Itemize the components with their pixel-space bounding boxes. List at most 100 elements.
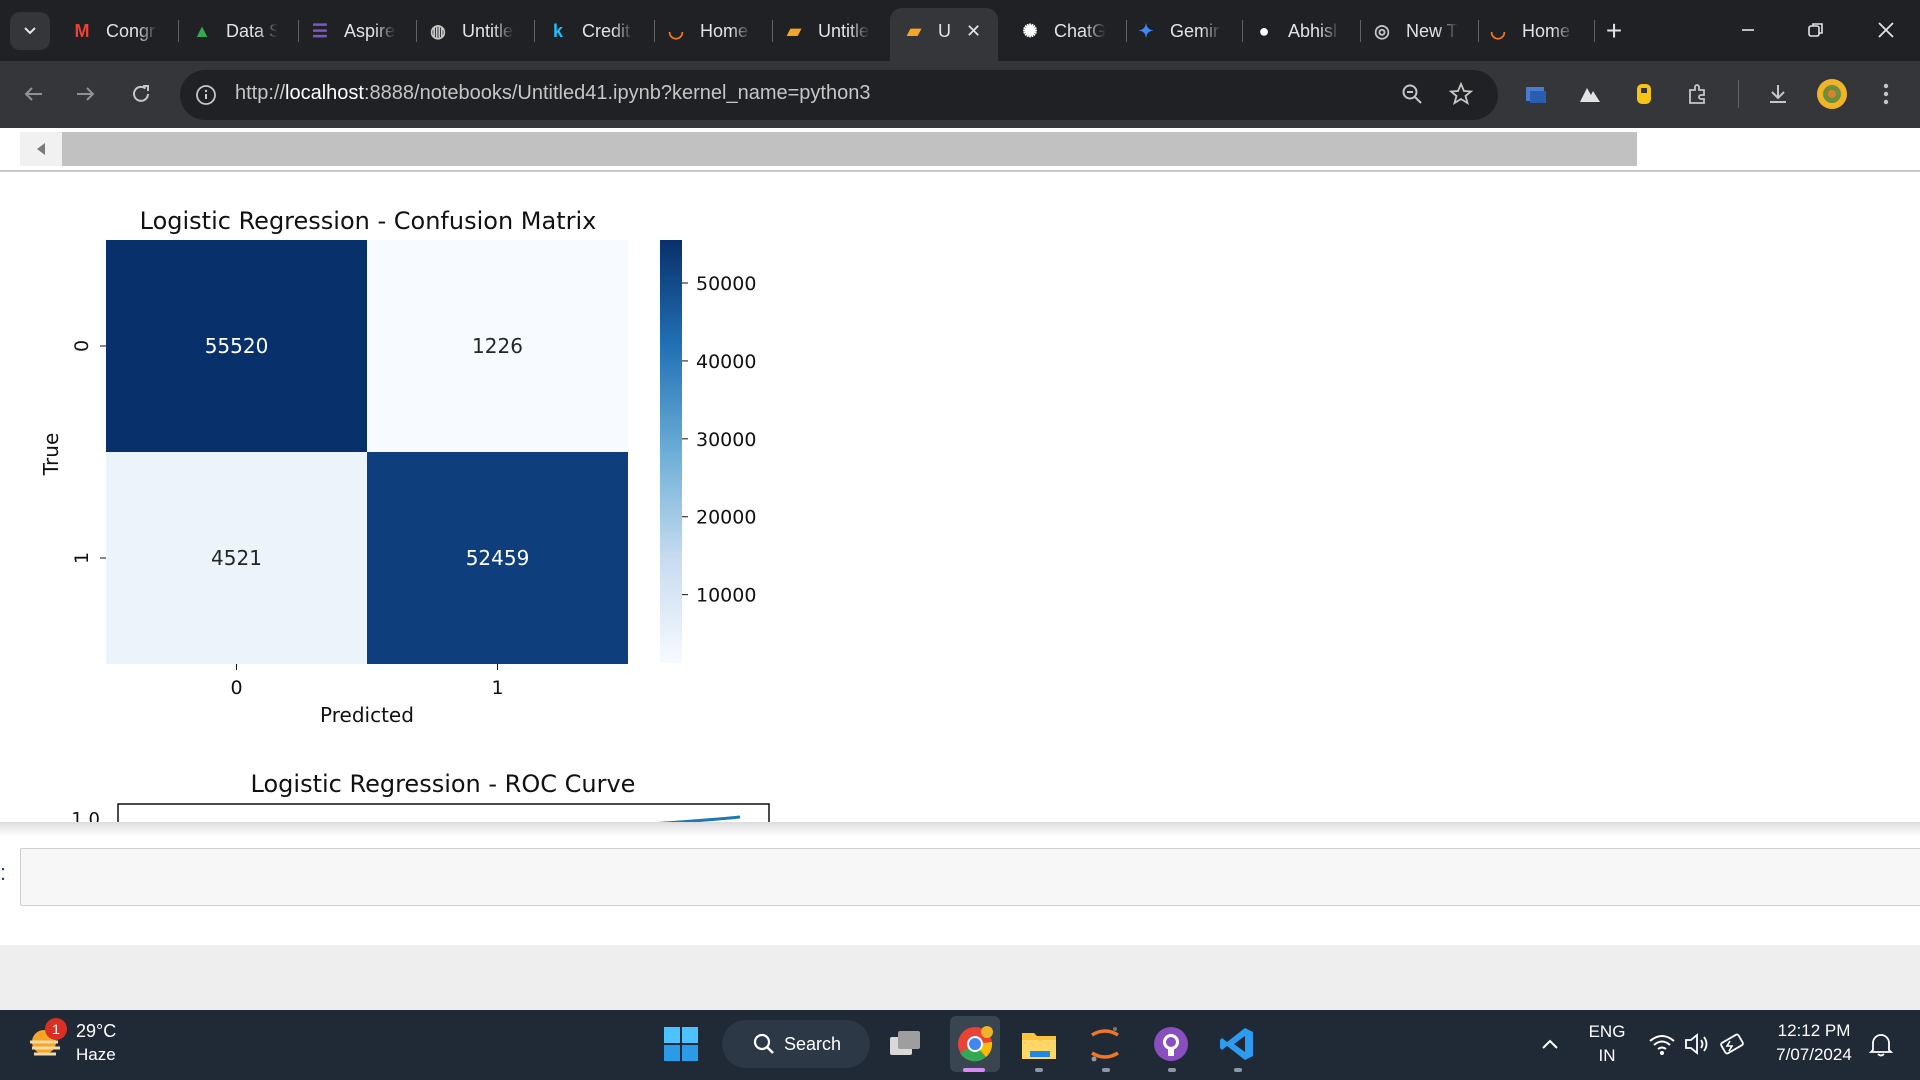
reload-button[interactable]	[123, 76, 159, 112]
tab-title: Congr	[106, 20, 156, 41]
close-window-button[interactable]	[1866, 12, 1906, 48]
cm-colorbar	[660, 240, 682, 663]
volume-icon[interactable]	[1684, 1032, 1710, 1061]
tab-separator	[1126, 20, 1127, 42]
tab-title: Abhisl	[1288, 20, 1338, 41]
start-button[interactable]	[659, 1022, 703, 1066]
bookmark-star-icon[interactable]	[1443, 76, 1479, 112]
google-drive-icon: ▲	[193, 20, 211, 41]
task-view-icon[interactable]	[884, 1022, 928, 1066]
vscode-taskbar-icon[interactable]	[1215, 1022, 1259, 1066]
profile-avatar[interactable]	[1814, 76, 1850, 112]
url-prefix: http://	[235, 82, 286, 104]
tab-separator	[654, 20, 655, 42]
new-tab-button[interactable]: +	[1598, 15, 1630, 47]
jupyter-icon: ◡	[668, 20, 684, 41]
chevron-down-icon	[24, 27, 36, 35]
cm-cell-value: 52459	[466, 546, 530, 570]
extension-screen-icon[interactable]	[1518, 76, 1554, 112]
browser-tab[interactable]: k Credit	[546, 8, 650, 54]
tab-title: Credit	[582, 20, 631, 41]
arrow-left-icon	[24, 87, 42, 101]
tab-title: U	[938, 20, 951, 41]
windows-logo-icon	[664, 1027, 698, 1061]
restore-button[interactable]	[1796, 12, 1836, 48]
input-prompt: :	[0, 860, 7, 885]
back-button[interactable]	[15, 76, 51, 112]
language-indicator-top[interactable]: ENG	[1582, 1022, 1632, 1042]
wifi-icon[interactable]	[1648, 1032, 1676, 1061]
jupyter-taskbar-icon[interactable]	[1083, 1022, 1127, 1066]
github-icon: ●	[1258, 20, 1270, 41]
browser-tab[interactable]: ✺ ChatG	[1018, 8, 1122, 54]
chrome-taskbar-icon[interactable]	[953, 1022, 997, 1066]
notification-center-icon[interactable]	[1868, 1032, 1894, 1063]
github-running-indicator	[1168, 1068, 1176, 1072]
roc-chart-title: Logistic Regression - ROC Curve	[251, 770, 636, 798]
gmail-icon: M	[74, 20, 90, 41]
browser-tab[interactable]: ◡ Home	[1486, 8, 1590, 54]
scroll-left-button[interactable]	[20, 132, 62, 166]
url-host: localhost	[285, 82, 364, 104]
browser-tab[interactable]: ◍ Untitle	[426, 8, 530, 54]
jupyter-running-indicator	[1102, 1068, 1110, 1072]
language-indicator-bottom[interactable]: IN	[1582, 1046, 1632, 1066]
show-hidden-icons-button[interactable]	[1528, 1022, 1572, 1066]
tab-search-button[interactable]	[10, 12, 50, 50]
minimize-button[interactable]	[1728, 12, 1768, 48]
browser-tab[interactable]: ✦ Gemir	[1134, 8, 1238, 54]
horizontal-scrollbar-thumb[interactable]	[62, 132, 1637, 166]
extension-yellow-icon[interactable]	[1626, 76, 1662, 112]
tab-separator	[1594, 20, 1595, 42]
browser-tab[interactable]: ▲ Data S	[190, 8, 294, 54]
code-cell-input[interactable]	[20, 848, 1920, 906]
cm-x-axis-label: Predicted	[320, 703, 414, 727]
browser-tab[interactable]: ◎ New T	[1370, 8, 1474, 54]
browser-tab[interactable]: ▰ U ✕	[902, 8, 992, 54]
extensions-puzzle-icon[interactable]	[1680, 76, 1716, 112]
gemini-icon: ✦	[1138, 20, 1154, 41]
tab-title: ChatG	[1054, 20, 1106, 41]
extension-mountain-icon[interactable]	[1572, 76, 1608, 112]
plus-icon: +	[1605, 15, 1623, 46]
taskbar-search-box[interactable]: Search	[722, 1020, 870, 1068]
downloads-icon[interactable]	[1760, 76, 1796, 112]
search-label: Search	[784, 1033, 842, 1054]
browser-tab[interactable]: ● Abhisl	[1252, 8, 1356, 54]
tab-separator	[298, 20, 299, 42]
cm-colorbar-tick-label: 30000	[696, 429, 756, 451]
tab-separator	[1360, 20, 1361, 42]
close-tab-icon[interactable]: ✕	[966, 21, 981, 42]
url-text[interactable]: http://localhost:8888/notebooks/Untitled…	[235, 82, 870, 105]
site-info-icon[interactable]	[195, 84, 217, 111]
weather-description[interactable]: Haze	[76, 1045, 116, 1065]
browser-tab[interactable]: M Congr	[70, 8, 174, 54]
tab-separator	[178, 20, 179, 42]
forward-button[interactable]	[68, 76, 104, 112]
clock-date[interactable]: 7/07/2024	[1760, 1045, 1868, 1065]
search-icon	[753, 1033, 774, 1054]
more-menu-icon[interactable]	[1868, 76, 1904, 112]
zoom-icon[interactable]	[1394, 76, 1430, 112]
cm-colorbar-tick-label: 50000	[696, 273, 756, 295]
output-figures: Logistic Regression - Confusion Matrix 5…	[39, 207, 770, 822]
restore-icon	[1808, 23, 1823, 37]
cm-colorbar-tick-label: 20000	[696, 507, 756, 529]
cm-chart-title: Logistic Regression - Confusion Matrix	[140, 207, 597, 235]
weather-temperature[interactable]: 29°C	[76, 1021, 116, 1042]
arrow-right-icon	[77, 87, 95, 101]
cm-cell-value: 55520	[205, 334, 269, 358]
github-desktop-icon[interactable]	[1149, 1022, 1193, 1066]
browser-tab[interactable]: ◡ Home	[664, 8, 768, 54]
browser-tab[interactable]: ▰ Untitle	[782, 8, 886, 54]
clock-time[interactable]: 12:12 PM	[1760, 1021, 1868, 1041]
tab-title: Untitle	[462, 20, 514, 41]
cm-cell-value: 4521	[211, 546, 262, 570]
battery-icon[interactable]	[1718, 1032, 1746, 1061]
cm-y-tick-label: 0	[71, 340, 93, 352]
output-bottom-shadow	[0, 822, 1920, 836]
tab-separator	[1478, 20, 1479, 42]
file-explorer-icon[interactable]	[1017, 1022, 1061, 1066]
browser-tab[interactable]: ☰ Aspire	[308, 8, 412, 54]
tab-separator	[1242, 20, 1243, 42]
